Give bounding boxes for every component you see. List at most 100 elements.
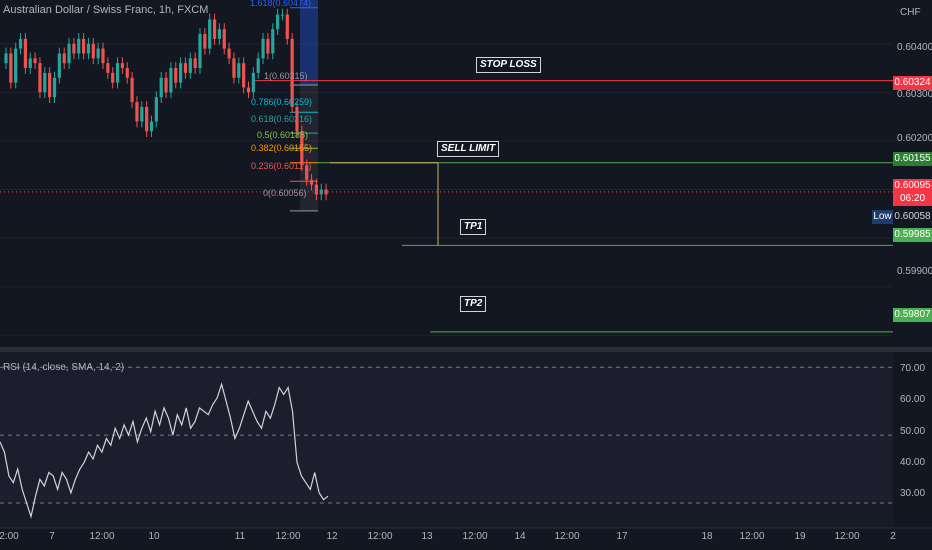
- candle-body: [57, 53, 61, 78]
- candle-body: [43, 72, 47, 93]
- candle-body: [232, 58, 236, 78]
- time-tick: 12:00: [739, 531, 765, 542]
- candle-body: [111, 72, 115, 83]
- rsi-tick: 40.00: [900, 457, 926, 468]
- rsi-tick: 30.00: [900, 488, 926, 499]
- candle-body: [266, 38, 270, 54]
- time-tick: 12:00: [462, 531, 488, 542]
- candle-body: [91, 43, 95, 59]
- time-tick: 19: [794, 531, 806, 542]
- tp2-label[interactable]: TP2: [460, 296, 487, 312]
- candle-body: [96, 48, 100, 59]
- candle-body: [314, 184, 318, 195]
- chart-canvas[interactable]: [0, 0, 932, 550]
- time-tick: 7: [49, 531, 55, 542]
- candle-body: [280, 14, 285, 16]
- candle-body: [62, 53, 66, 64]
- candle-body: [106, 63, 110, 73]
- candle-body: [149, 121, 154, 132]
- time-tick: 2: [890, 531, 896, 542]
- candle-body: [130, 77, 134, 103]
- candle-body: [208, 19, 212, 49]
- candle-body: [52, 77, 57, 98]
- candle-body: [246, 87, 251, 93]
- rsi-title: RSI (14, close, SMA, 14, 2): [3, 362, 125, 373]
- tp1-price-tag: 0.59985: [893, 228, 932, 242]
- candle-body: [227, 48, 231, 59]
- candle-body: [120, 63, 124, 69]
- candle-body: [9, 53, 13, 83]
- candle-body: [4, 53, 8, 64]
- candle-body: [154, 97, 158, 122]
- candle-body: [82, 38, 86, 54]
- candle-body: [38, 63, 42, 93]
- rsi-tick: 50.00: [900, 426, 926, 437]
- fib-label-1618: 1.618(0.60474): [250, 0, 312, 8]
- time-tick: 13: [421, 531, 433, 542]
- time-tick: 12:00: [275, 531, 301, 542]
- currency-label: CHF: [900, 7, 921, 18]
- time-tick: 12:00: [367, 531, 393, 542]
- fib-label-786: 0.786(0.60259): [251, 97, 313, 107]
- time-tick: 12:00: [834, 531, 860, 542]
- time-tick: 2:00: [0, 531, 19, 542]
- candle-body: [140, 106, 144, 122]
- candle-body: [256, 58, 260, 73]
- time-tick: 10: [148, 531, 160, 542]
- candle-body: [145, 106, 149, 132]
- pane-separator: [0, 347, 932, 352]
- candle-body: [261, 38, 265, 59]
- candle-body: [271, 29, 275, 54]
- fib-label-0: 0(0.60056): [263, 188, 307, 198]
- low-tag: Low: [872, 210, 893, 224]
- price-tick: 0.60400: [897, 42, 932, 53]
- candle-body: [159, 77, 163, 98]
- candle-body: [72, 43, 76, 54]
- candle-body: [14, 48, 18, 83]
- candle-body: [276, 14, 280, 30]
- fib-label-382: 0.382(0.60155): [251, 143, 313, 153]
- candle-body: [18, 38, 23, 49]
- time-tick: 12:00: [554, 531, 580, 542]
- candle-body: [125, 68, 129, 78]
- stop-loss-price-tag: 0.60324: [893, 76, 932, 90]
- candle-body: [77, 38, 81, 54]
- candle-body: [198, 34, 202, 69]
- candle-body: [48, 72, 52, 98]
- candle-body: [28, 58, 32, 69]
- candle-body: [174, 68, 178, 83]
- tp2-price-tag: 0.59807: [893, 308, 932, 322]
- candle-body: [179, 63, 183, 83]
- candle-body: [251, 72, 255, 93]
- chart-title: Australian Dollar / Swiss Franc, 1h, FXC…: [3, 4, 209, 16]
- time-tick: 14: [514, 531, 526, 542]
- fib-label-5: 0.5(0.60185): [257, 130, 309, 140]
- candle-body: [101, 48, 105, 64]
- candle-body: [237, 63, 241, 78]
- candle-body: [33, 58, 37, 64]
- candle-body: [86, 43, 91, 54]
- rsi-tick: 70.00: [900, 363, 926, 374]
- stop-loss-label[interactable]: STOP LOSS: [476, 57, 541, 73]
- time-tick: 11: [234, 531, 246, 542]
- candle-body: [309, 179, 314, 185]
- sell-limit-label[interactable]: SELL LIMIT: [437, 141, 500, 157]
- rsi-tick: 60.00: [900, 394, 926, 405]
- fib-label-1: 1(0.60315): [264, 71, 308, 81]
- candle-body: [183, 63, 188, 73]
- time-tick: 12: [326, 531, 338, 542]
- candle-body: [242, 63, 246, 88]
- candle-body: [217, 29, 221, 39]
- price-tick: 0.60200: [897, 133, 932, 144]
- tp1-label[interactable]: TP1: [460, 219, 487, 235]
- candle-body: [67, 43, 71, 64]
- candle-body: [222, 29, 226, 49]
- current-price-tag: 0.60095: [893, 179, 932, 193]
- time-tick: 18: [701, 531, 713, 542]
- trade-levels[interactable]: [0, 80, 893, 333]
- low-price-tag: 0.60058: [893, 210, 932, 224]
- fib-label-618: 0.618(0.60216): [251, 114, 313, 124]
- bar-countdown-tag: 06:20: [893, 192, 932, 206]
- rsi-pane[interactable]: [0, 366, 893, 519]
- candle-body: [193, 58, 197, 69]
